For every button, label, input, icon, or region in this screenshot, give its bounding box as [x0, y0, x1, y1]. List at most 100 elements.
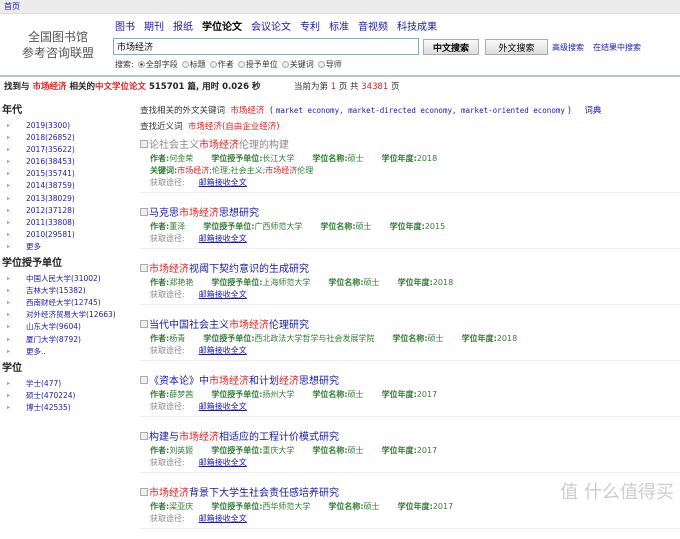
- facet-item[interactable]: 山东大学(9604): [2, 321, 134, 333]
- nav-tab[interactable]: 期刊: [144, 18, 164, 33]
- search-field-option[interactable]: 作者: [209, 59, 234, 70]
- facet-item[interactable]: 2014(38759): [2, 180, 134, 192]
- search-field-option[interactable]: 全部字段: [137, 59, 178, 70]
- title-text: 伦理研究: [269, 320, 309, 331]
- email-fulltext-link[interactable]: 邮箱接收全文: [199, 290, 247, 299]
- category-nav: 图书 期刊 报纸 学位论文 会议论文 专利 标准 音视频 科技成果: [115, 18, 437, 33]
- home-link[interactable]: 首页: [4, 2, 20, 11]
- access-label: 获取途径:: [150, 402, 185, 411]
- year-label: 学位年度:: [461, 334, 497, 343]
- facet-item[interactable]: 2011(33808): [2, 217, 134, 229]
- facet-item[interactable]: 厦门大学(8792): [2, 334, 134, 346]
- facet-item[interactable]: 2019(3300): [2, 120, 134, 132]
- checkbox[interactable]: [140, 140, 148, 148]
- nav-tab[interactable]: 音视频: [358, 18, 388, 33]
- facet-item[interactable]: 2013(38029): [2, 193, 134, 205]
- result-title[interactable]: 《资本论》中市场经济和计划经济思想研究: [140, 375, 680, 389]
- radio-button[interactable]: [237, 61, 245, 68]
- facet-item[interactable]: 西南财经大学(12745): [2, 297, 134, 309]
- checkbox[interactable]: [140, 264, 148, 272]
- nav-tab[interactable]: 报纸: [173, 18, 193, 33]
- degree-label: 学位名称:: [320, 222, 356, 231]
- unit-label: 学位授予单位:: [211, 446, 263, 455]
- logo-line1: 全国图书馆: [27, 30, 88, 44]
- highlight-term: 市场经济: [149, 488, 189, 499]
- search-field-option[interactable]: 标题: [181, 59, 206, 70]
- facet-item[interactable]: 2016(38453): [2, 156, 134, 168]
- nav-tab[interactable]: 科技成果: [397, 18, 437, 33]
- author-value: 杨青: [169, 334, 186, 343]
- email-fulltext-link[interactable]: 邮箱接收全文: [199, 514, 247, 523]
- facet-item[interactable]: 硕士(470224): [2, 390, 134, 402]
- nav-tab[interactable]: 会议论文: [251, 18, 291, 33]
- synonym-term[interactable]: 市场经济: [188, 122, 222, 132]
- access-label: 获取途径:: [150, 178, 185, 187]
- facet-item[interactable]: 吉林大学(15382): [2, 285, 134, 297]
- page-mid: 页 共: [338, 82, 359, 92]
- foreign-terms[interactable]: market economy, market-directed economy,…: [276, 106, 565, 115]
- title-text: 构建与: [149, 432, 179, 443]
- access-label: 获取途径:: [150, 290, 185, 299]
- email-fulltext-link[interactable]: 邮箱接收全文: [199, 458, 247, 467]
- year-value: 2018: [496, 334, 518, 343]
- email-fulltext-link[interactable]: 邮箱接收全文: [199, 346, 247, 355]
- year-value: 2015: [424, 222, 446, 231]
- degree-value: 硕士: [363, 502, 380, 511]
- search-field-option[interactable]: 关键词: [281, 59, 314, 70]
- result-title[interactable]: 论社会主义市场经济伦理的构建: [140, 139, 680, 153]
- radio-button[interactable]: [181, 61, 189, 68]
- checkbox[interactable]: [140, 376, 148, 384]
- facet-item[interactable]: 博士(42535): [2, 402, 134, 414]
- result-title[interactable]: 市场经济视阈下契约意识的生成研究: [140, 263, 680, 277]
- radio-button[interactable]: [317, 61, 325, 68]
- unit-label: 学位授予单位:: [211, 390, 263, 399]
- checkbox[interactable]: [140, 488, 148, 496]
- radio-button[interactable]: [209, 61, 217, 68]
- facet-item[interactable]: 中国人民大学(31002): [2, 273, 134, 285]
- search-field-option[interactable]: 授予单位: [237, 59, 278, 70]
- facet-item[interactable]: 2015(35741): [2, 168, 134, 180]
- radio-button[interactable]: [137, 61, 145, 68]
- facet-item[interactable]: 更多: [2, 241, 134, 253]
- facet-item[interactable]: 学士(477): [2, 378, 134, 390]
- email-fulltext-link[interactable]: 邮箱接收全文: [199, 402, 247, 411]
- facet-item[interactable]: 2010(29581): [2, 229, 134, 241]
- nav-tab[interactable]: 标准: [329, 18, 349, 33]
- results-list: 论社会主义市场经济伦理的构建 作者:何金荣 学位授予单位:长江大学 学位名称:硕士 学位…: [140, 135, 680, 529]
- radio-button[interactable]: [281, 61, 289, 68]
- author-value: 梁亚庆: [169, 502, 194, 511]
- search-in-results-link[interactable]: 在结果中搜索: [593, 42, 641, 53]
- dictionary-link[interactable]: 词典: [584, 106, 601, 116]
- advanced-search-link[interactable]: 高级搜索: [552, 42, 584, 53]
- nav-tab[interactable]: 学位论文: [202, 18, 242, 33]
- synonym-label: 查找近义词: [140, 122, 183, 132]
- facet-item[interactable]: 2012(37128): [2, 205, 134, 217]
- checkbox[interactable]: [140, 208, 148, 216]
- checkbox[interactable]: [140, 320, 148, 328]
- related-term[interactable]: 市场经济: [230, 106, 264, 116]
- degree-label: 学位名称:: [392, 334, 428, 343]
- chinese-search-button[interactable]: 中文搜索: [423, 39, 479, 55]
- page-info: 当前为第 1 页 共 34381 页: [294, 80, 400, 92]
- year-label: 学位年度:: [381, 390, 417, 399]
- result-title[interactable]: 马克思市场经济思想研究: [140, 207, 680, 221]
- facet-item[interactable]: 2018(26852): [2, 132, 134, 144]
- nav-tab[interactable]: 专利: [300, 18, 320, 33]
- search-field-option[interactable]: 导师: [317, 59, 342, 70]
- result-title[interactable]: 构建与市场经济相适应的工程计价模式研究: [140, 431, 680, 445]
- title-text: 《资本论》中: [149, 376, 209, 387]
- degree-label: 学位名称:: [328, 278, 364, 287]
- facet-item[interactable]: 2017(35622): [2, 144, 134, 156]
- facet-item[interactable]: 更多..: [2, 346, 134, 358]
- facet-item[interactable]: 对外经济贸易大学(12663): [2, 309, 134, 321]
- search-input[interactable]: [113, 38, 419, 55]
- degree-label: 学位名称:: [312, 390, 348, 399]
- foreign-search-button[interactable]: 外文搜索: [485, 39, 548, 55]
- synonym-extra[interactable]: (自由企业经济): [222, 122, 280, 132]
- nav-tab[interactable]: 图书: [115, 18, 135, 33]
- email-fulltext-link[interactable]: 邮箱接收全文: [199, 234, 247, 243]
- checkbox[interactable]: [140, 432, 148, 440]
- email-fulltext-link[interactable]: 邮箱接收全文: [199, 178, 247, 187]
- result-title[interactable]: 当代中国社会主义市场经济伦理研究: [140, 319, 680, 333]
- title-text: 思想研究: [219, 208, 259, 219]
